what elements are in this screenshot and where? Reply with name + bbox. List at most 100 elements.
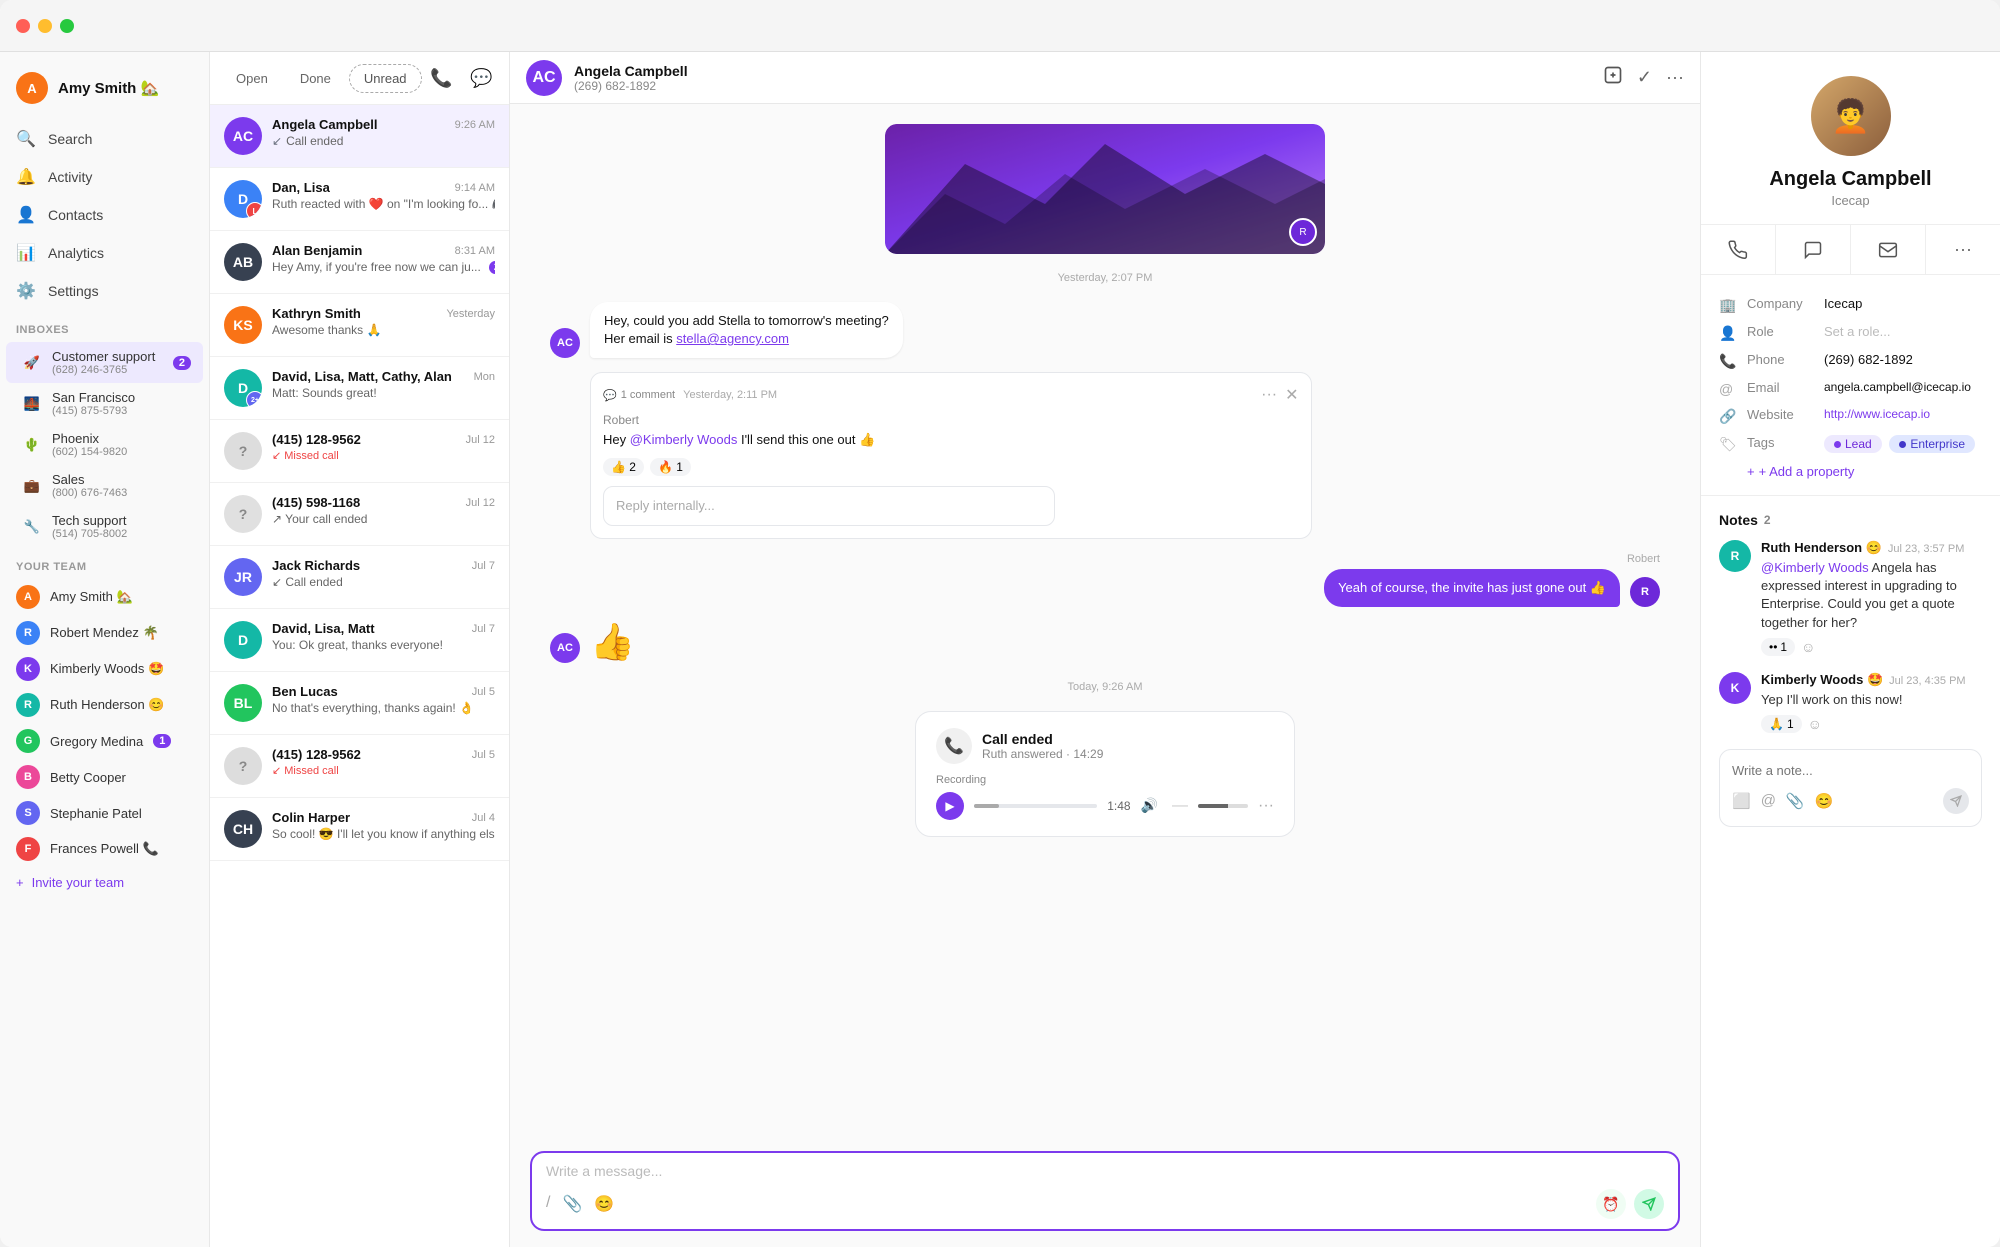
inbox-customer-support[interactable]: 🚀 Customer support (628) 246-3765 2 <box>6 342 203 383</box>
invite-team-button[interactable]: + Invite your team <box>0 867 209 898</box>
play-button[interactable]: ▶ <box>936 792 964 820</box>
emoji-icon[interactable]: 😊 <box>594 1194 614 1214</box>
inbox-icon-customer-support: 🚀 <box>22 353 42 373</box>
add-property-button[interactable]: + + Add a property <box>1719 458 1982 479</box>
schedule-send-icon[interactable]: ⏰ <box>1596 1189 1626 1219</box>
nav-item-activity[interactable]: 🔔 Activity <box>0 158 209 196</box>
minimize-button[interactable] <box>38 19 52 33</box>
contact-name: Angela Campbell <box>1769 168 1931 191</box>
note-emoji-icon[interactable]: 😊 <box>1815 792 1834 810</box>
email-action-button[interactable] <box>1851 225 1926 274</box>
conv-item-angela[interactable]: AC Angela Campbell 9:26 AM ↙ Call ended <box>210 105 509 168</box>
nav-item-contacts[interactable]: 👤 Contacts <box>0 196 209 234</box>
message-action-button[interactable] <box>1776 225 1851 274</box>
tab-done[interactable]: Done <box>286 65 345 92</box>
right-panel: 🧑‍🦱 Angela Campbell Icecap <box>1700 52 2000 1247</box>
note-more-icon[interactable]: ··· <box>1261 386 1277 404</box>
send-button[interactable] <box>1634 1189 1664 1219</box>
call-ended-subtitle: Ruth answered · 14:29 <box>982 747 1103 761</box>
tab-open[interactable]: Open <box>222 65 282 92</box>
phone-tab-icon[interactable]: 📞 <box>426 62 458 94</box>
team-stephanie-patel[interactable]: S Stephanie Patel <box>0 795 209 831</box>
conv-preview-angela: ↙ Call ended <box>272 134 495 148</box>
prop-tags: 🏷 Tags Lead Enterprise <box>1719 430 1982 458</box>
nav-item-search[interactable]: 🔍 Search <box>0 120 209 158</box>
audio-more-icon[interactable]: ··· <box>1258 797 1274 815</box>
note-text-input[interactable] <box>1732 763 1969 778</box>
tab-unread[interactable]: Unread <box>349 64 422 93</box>
reaction-fire[interactable]: 🔥 1 <box>650 458 691 476</box>
note-send-button[interactable] <box>1943 788 1969 814</box>
conv-item-ben[interactable]: BL Ben Lucas Jul 5 No that's everything,… <box>210 672 509 735</box>
msg-avatar-angela: AC <box>550 328 580 358</box>
note-reaction-kimberly-1[interactable]: 🙏 1 <box>1761 715 1802 733</box>
team-ruth-henderson[interactable]: R Ruth Henderson 😊 <box>0 687 209 723</box>
link-icon: 🔗 <box>1719 408 1735 425</box>
inbox-sales[interactable]: 💼 Sales (800) 676-7463 <box>6 465 203 506</box>
conv-item-phone3[interactable]: ? (415) 128-9562 Jul 5 ↙ Missed call <box>210 735 509 798</box>
team-frances-powell[interactable]: F Frances Powell 📞 <box>0 831 209 867</box>
attachment-icon[interactable]: 📎 <box>562 1194 582 1214</box>
team-kimberly-woods[interactable]: K Kimberly Woods 🤩 <box>0 651 209 687</box>
invite-label: Invite your team <box>32 875 125 890</box>
inbox-name-customer-support: Customer support <box>52 349 163 364</box>
conv-item-kathryn[interactable]: KS Kathryn Smith Yesterday Awesome thank… <box>210 294 509 357</box>
prop-website-val[interactable]: http://www.icecap.io <box>1824 407 1982 421</box>
new-conversation-icon[interactable] <box>1603 65 1623 90</box>
note-slash-icon[interactable]: ⬜ <box>1732 792 1751 810</box>
conv-preview-group1: Matt: Sounds great! <box>272 386 495 400</box>
inbox-tech-support[interactable]: 🔧 Tech support (514) 705-8002 <box>6 506 203 547</box>
team-gregory-medina[interactable]: G Gregory Medina 1 <box>0 723 209 759</box>
call-action-button[interactable] <box>1701 225 1776 274</box>
conv-item-alan[interactable]: AB Alan Benjamin 8:31 AM Hey Amy, if you… <box>210 231 509 294</box>
nav-item-settings[interactable]: ⚙️ Settings <box>0 272 209 310</box>
slash-command-icon[interactable]: / <box>546 1194 550 1214</box>
chat-tab-icon[interactable]: 💬 <box>466 62 498 94</box>
volume-slider[interactable] <box>1198 804 1248 808</box>
more-contact-actions[interactable]: ··· <box>1926 225 2000 274</box>
conv-item-phone1[interactable]: ? (415) 128-9562 Jul 12 ↙ Missed call <box>210 420 509 483</box>
tag-lead[interactable]: Lead <box>1824 435 1882 453</box>
prop-company-val[interactable]: Icecap <box>1824 296 1982 311</box>
conv-name-group2: David, Lisa, Matt <box>272 621 375 636</box>
prop-email-val[interactable]: angela.campbell@icecap.io <box>1824 380 1982 394</box>
prop-role-val[interactable]: Set a role... <box>1824 324 1982 339</box>
add-reaction-kimberly[interactable]: ☺ <box>1808 716 1822 732</box>
team-betty-cooper[interactable]: B Betty Cooper <box>0 759 209 795</box>
check-icon[interactable]: ✓ <box>1637 67 1652 88</box>
add-reaction-ruth[interactable]: ☺ <box>1801 639 1815 655</box>
chat-message-input[interactable] <box>546 1163 1664 1179</box>
note-reaction-ruth-1[interactable]: •• 1 <box>1761 638 1795 656</box>
conv-item-group2[interactable]: D David, Lisa, Matt Jul 7 You: Ok great,… <box>210 609 509 672</box>
reaction-thumbs-up[interactable]: 👍 2 <box>603 458 644 476</box>
volume-icon[interactable]: 🔊 <box>1141 797 1158 814</box>
conv-item-jack[interactable]: JR Jack Richards Jul 7 ↙ Call ended <box>210 546 509 609</box>
inbox-phoenix[interactable]: 🌵 Phoenix (602) 154-9820 <box>6 424 203 465</box>
team-amy-smith[interactable]: A Amy Smith 🏡 <box>0 579 209 615</box>
conv-item-dan-lisa[interactable]: D L Dan, Lisa 9:14 AM Ruth reacted with … <box>210 168 509 231</box>
stella-email-link[interactable]: stella@agency.com <box>676 331 789 346</box>
audio-track[interactable] <box>974 804 1097 808</box>
team-avatar-stephanie: S <box>16 801 40 825</box>
fullscreen-button[interactable] <box>60 19 74 33</box>
nav-item-analytics[interactable]: 📊 Analytics <box>0 234 209 272</box>
team-robert-mendez[interactable]: R Robert Mendez 🌴 <box>0 615 209 651</box>
note-mention-icon[interactable]: @ <box>1761 792 1776 810</box>
note-close-icon[interactable]: ✕ <box>1285 385 1298 405</box>
conv-avatar-phone1: ? <box>224 432 262 470</box>
conv-time-phone1: Jul 12 <box>466 434 495 446</box>
team-name-amy: Amy Smith 🏡 <box>50 589 133 605</box>
conv-item-group1[interactable]: D 2+ David, Lisa, Matt, Cathy, Alan Mon … <box>210 357 509 420</box>
user-name: Amy Smith 🏡 <box>58 79 159 97</box>
nav-activity-label: Activity <box>48 169 92 185</box>
team-avatar-robert: R <box>16 621 40 645</box>
conv-item-phone2[interactable]: ? (415) 598-1168 Jul 12 ↗ Your call ende… <box>210 483 509 546</box>
inbox-san-francisco[interactable]: 🌉 San Francisco (415) 875-5793 <box>6 383 203 424</box>
note-attachment-icon[interactable]: 📎 <box>1786 792 1805 810</box>
tag-enterprise[interactable]: Enterprise <box>1889 435 1975 453</box>
conv-item-colin[interactable]: CH Colin Harper Jul 4 So cool! 😎 I'll le… <box>210 798 509 861</box>
close-button[interactable] <box>16 19 30 33</box>
contacts-icon: 👤 <box>16 205 36 225</box>
prop-phone-val[interactable]: (269) 682-1892 <box>1824 352 1982 367</box>
more-options-icon[interactable]: ··· <box>1666 67 1684 88</box>
